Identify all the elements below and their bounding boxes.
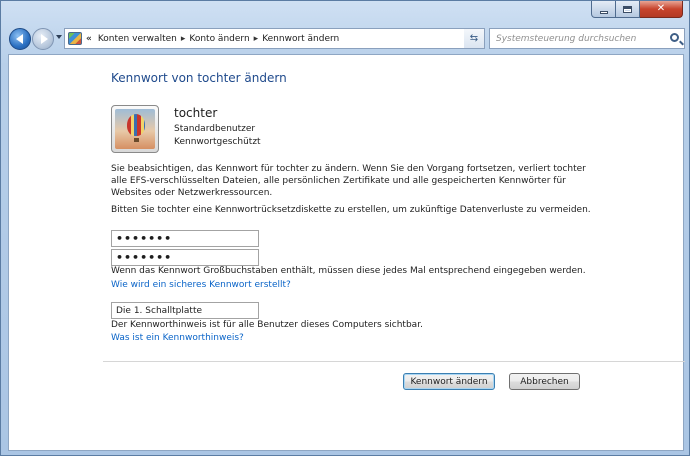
- new-password-field[interactable]: •••••••: [111, 230, 259, 247]
- search-placeholder: Systemsteuerung durchsuchen: [496, 33, 637, 44]
- content-pane: Kennwort von tochter ändern tochter Stan…: [8, 54, 685, 451]
- window-frame: ✕ « Konten verwalten ▸ Konto ändern ▸ Ke…: [0, 0, 690, 456]
- user-password-status: Kennwortgeschützt: [174, 137, 261, 147]
- caps-sensitivity-note: Wenn das Kennwort Großbuchstaben enthält…: [111, 266, 586, 276]
- minimize-button[interactable]: [591, 1, 616, 18]
- new-password-value: •••••••: [116, 232, 173, 245]
- caption-buttons: ✕: [591, 1, 683, 18]
- refresh-button[interactable]: ⇆: [464, 28, 485, 49]
- close-icon: ✕: [656, 3, 666, 14]
- close-button[interactable]: ✕: [640, 1, 683, 18]
- refresh-icon: ⇆: [469, 33, 479, 44]
- breadcrumb-separator-icon[interactable]: ▸: [181, 34, 186, 44]
- password-hint-help-link[interactable]: Was ist ein Kennworthinweis?: [111, 333, 244, 343]
- recent-pages-dropdown-icon[interactable]: [56, 35, 62, 39]
- search-icon[interactable]: [670, 33, 679, 42]
- efs-warning-text: Sie beabsichtigen, das Kennwort für toch…: [111, 164, 586, 198]
- confirm-password-field[interactable]: •••••••: [111, 249, 259, 266]
- password-hint-value: Die 1. Schalltplatte: [116, 305, 203, 316]
- back-arrow-icon: [15, 34, 23, 44]
- navigation-bar: « Konten verwalten ▸ Konto ändern ▸ Kenn…: [1, 25, 690, 53]
- forward-button[interactable]: [32, 28, 54, 50]
- cancel-button[interactable]: Abbrechen: [509, 373, 580, 390]
- breadcrumb-separator-icon[interactable]: ▸: [254, 34, 259, 44]
- breadcrumb-overflow[interactable]: «: [86, 34, 92, 44]
- user-account-type: Standardbenutzer: [174, 124, 256, 134]
- divider: [103, 361, 685, 362]
- search-input[interactable]: Systemsteuerung durchsuchen: [489, 28, 685, 49]
- breadcrumb-konto-aendern[interactable]: Konto ändern: [189, 34, 249, 44]
- change-password-button[interactable]: Kennwort ändern: [403, 373, 495, 390]
- secure-password-link[interactable]: Wie wird ein sicheres Kennwort erstellt?: [111, 280, 291, 290]
- user-name: tochter: [174, 106, 218, 120]
- user-picture: [111, 105, 159, 153]
- address-bar[interactable]: « Konten verwalten ▸ Konto ändern ▸ Kenn…: [64, 28, 485, 49]
- confirm-password-value: •••••••: [116, 251, 173, 264]
- page-title: Kennwort von tochter ändern: [111, 71, 287, 85]
- breadcrumb-konten-verwalten[interactable]: Konten verwalten: [98, 34, 177, 44]
- password-hint-field[interactable]: Die 1. Schalltplatte: [111, 302, 259, 319]
- minimize-icon: [599, 10, 608, 14]
- reset-disk-note: Bitten Sie tochter eine Kennwortrücksetz…: [111, 205, 591, 215]
- hint-visibility-note: Der Kennworthinweis ist für alle Benutze…: [111, 320, 423, 330]
- maximize-button[interactable]: [616, 1, 640, 18]
- forward-arrow-icon: [40, 34, 48, 44]
- maximize-icon: [623, 5, 632, 13]
- hot-air-balloon-icon: [115, 109, 155, 149]
- back-button[interactable]: [9, 28, 31, 50]
- breadcrumb-kennwort-aendern[interactable]: Kennwort ändern: [262, 34, 339, 44]
- control-panel-icon: [68, 32, 82, 45]
